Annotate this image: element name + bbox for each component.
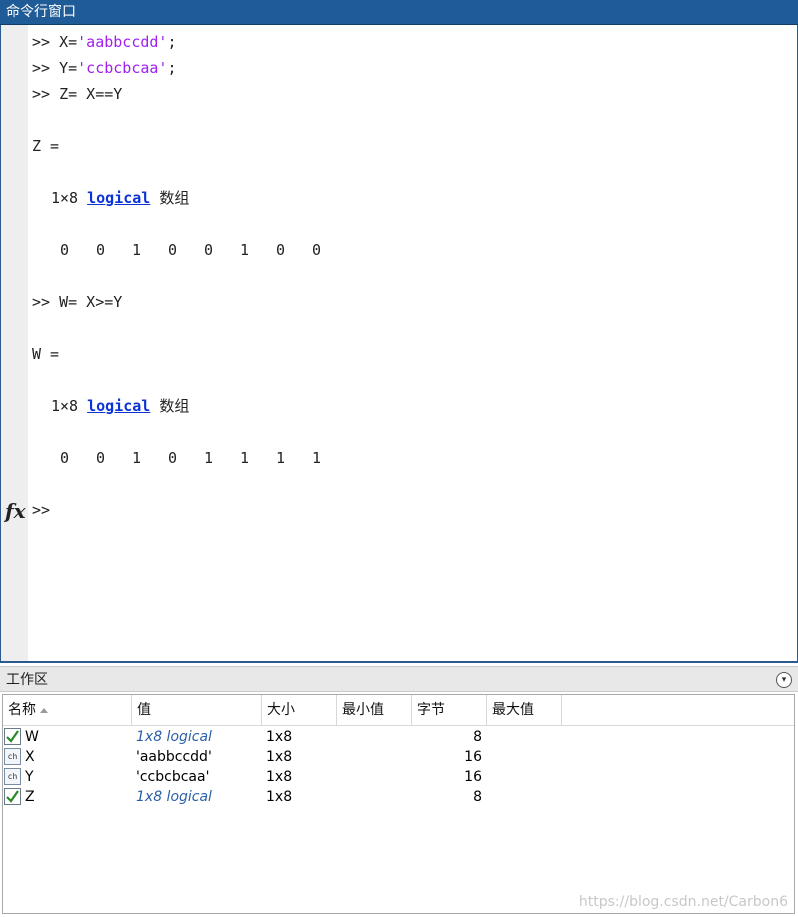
- array-element: 0: [60, 449, 70, 467]
- command-window: 命令行窗口 >> X='aabbccdd'; >> Y='ccbcbcaa'; …: [0, 0, 798, 663]
- string-literal: 'ccbcbcaa': [77, 59, 168, 77]
- array-element: 0: [96, 241, 106, 259]
- column-header-value[interactable]: 值: [132, 695, 262, 725]
- variable-value: 'aabbccdd': [136, 749, 212, 765]
- size-text: 1×8: [51, 189, 79, 207]
- command-gutter: [1, 25, 28, 661]
- variable-name: W: [25, 729, 39, 745]
- watermark: https://blog.csdn.net/Carbon6: [578, 894, 788, 910]
- array-element: 1: [240, 241, 250, 259]
- variable-size: 1x8: [266, 769, 293, 785]
- command-window-title: 命令行窗口: [0, 0, 798, 25]
- array-suffix: 数组: [159, 189, 190, 207]
- array-element: 1: [276, 449, 286, 467]
- output-w-label: W =: [32, 345, 60, 363]
- sort-ascending-icon: [40, 707, 48, 713]
- logical-doc-link[interactable]: logical: [87, 189, 150, 207]
- variable-bytes: 8: [473, 789, 482, 805]
- array-element: 0: [60, 241, 70, 259]
- array-element: 1: [132, 449, 142, 467]
- output-z-label: Z =: [32, 137, 60, 155]
- column-header-size[interactable]: 大小: [262, 695, 337, 725]
- command-line-1: >> X='aabbccdd';: [32, 32, 177, 52]
- variable-size: 1x8: [266, 749, 293, 765]
- logical-doc-link[interactable]: logical: [87, 397, 150, 415]
- output-w-values: 0 0 1 0 1 1 1 1: [60, 448, 348, 468]
- array-suffix: 数组: [159, 397, 190, 415]
- variable-bytes: 8: [473, 729, 482, 745]
- output-w-type: 1×8 logical 数组: [51, 396, 189, 416]
- table-row[interactable]: Z 1x8 logical 1x8 8: [3, 787, 794, 807]
- command-window-body[interactable]: >> X='aabbccdd'; >> Y='ccbcbcaa'; >> Z= …: [0, 25, 798, 663]
- array-element: 0: [168, 449, 178, 467]
- array-element: 0: [168, 241, 178, 259]
- command-text: >> Y=: [32, 59, 78, 77]
- table-row[interactable]: ch X 'aabbccdd' 1x8 16: [3, 747, 794, 767]
- workspace-title-text: 工作区: [6, 672, 48, 688]
- variable-value: 'ccbcbcaa': [136, 769, 210, 785]
- column-header-label: 名称: [8, 702, 36, 718]
- variable-name: X: [25, 749, 35, 765]
- function-browser-icon[interactable]: fx: [5, 499, 26, 523]
- variable-size: 1x8: [266, 729, 293, 745]
- array-element: 0: [276, 241, 286, 259]
- array-element: 0: [204, 241, 214, 259]
- command-line-3: >> Z= X==Y: [32, 85, 123, 103]
- column-header-max[interactable]: 最大值: [487, 695, 562, 725]
- variable-size: 1x8: [266, 789, 293, 805]
- array-element: 1: [132, 241, 142, 259]
- variable-value: 1x8 logical: [136, 789, 212, 805]
- command-text: >> X=: [32, 33, 78, 51]
- command-line-4: >> W= X>=Y: [32, 293, 123, 311]
- variable-value: 1x8 logical: [136, 729, 212, 745]
- command-text: ;: [167, 59, 177, 77]
- command-text: ;: [167, 33, 177, 51]
- array-element: 0: [96, 449, 106, 467]
- array-element: 1: [204, 449, 214, 467]
- column-header-name[interactable]: 名称: [3, 695, 132, 725]
- workspace-title: 工作区 ▾: [0, 666, 798, 692]
- column-header-bytes[interactable]: 字节: [412, 695, 487, 725]
- array-element: 0: [312, 241, 322, 259]
- output-z-values: 0 0 1 0 0 1 0 0: [60, 240, 348, 260]
- variable-bytes: 16: [464, 769, 482, 785]
- workspace-header: 名称 值 大小 最小值 字节 最大值: [3, 695, 794, 726]
- command-prompt[interactable]: >>: [32, 500, 50, 520]
- workspace-actions-icon[interactable]: ▾: [776, 672, 792, 688]
- workspace-table: 名称 值 大小 最小值 字节 最大值 W 1x8 logical 1x8 8 c…: [2, 694, 795, 914]
- workspace-panel: 工作区 ▾ 名称 值 大小 最小值 字节 最大值 W 1x8 logical 1…: [0, 666, 798, 917]
- array-element: 1: [240, 449, 250, 467]
- size-text: 1×8: [51, 397, 79, 415]
- string-literal: 'aabbccdd': [77, 33, 168, 51]
- variable-bytes: 16: [464, 749, 482, 765]
- variable-name: Y: [25, 769, 34, 785]
- column-header-min[interactable]: 最小值: [337, 695, 412, 725]
- command-line-2: >> Y='ccbcbcaa';: [32, 58, 177, 78]
- output-z-type: 1×8 logical 数组: [51, 188, 189, 208]
- array-element: 1: [312, 449, 322, 467]
- table-row[interactable]: W 1x8 logical 1x8 8: [3, 727, 794, 747]
- variable-name: Z: [25, 789, 35, 805]
- table-row[interactable]: ch Y 'ccbcbcaa' 1x8 16: [3, 767, 794, 787]
